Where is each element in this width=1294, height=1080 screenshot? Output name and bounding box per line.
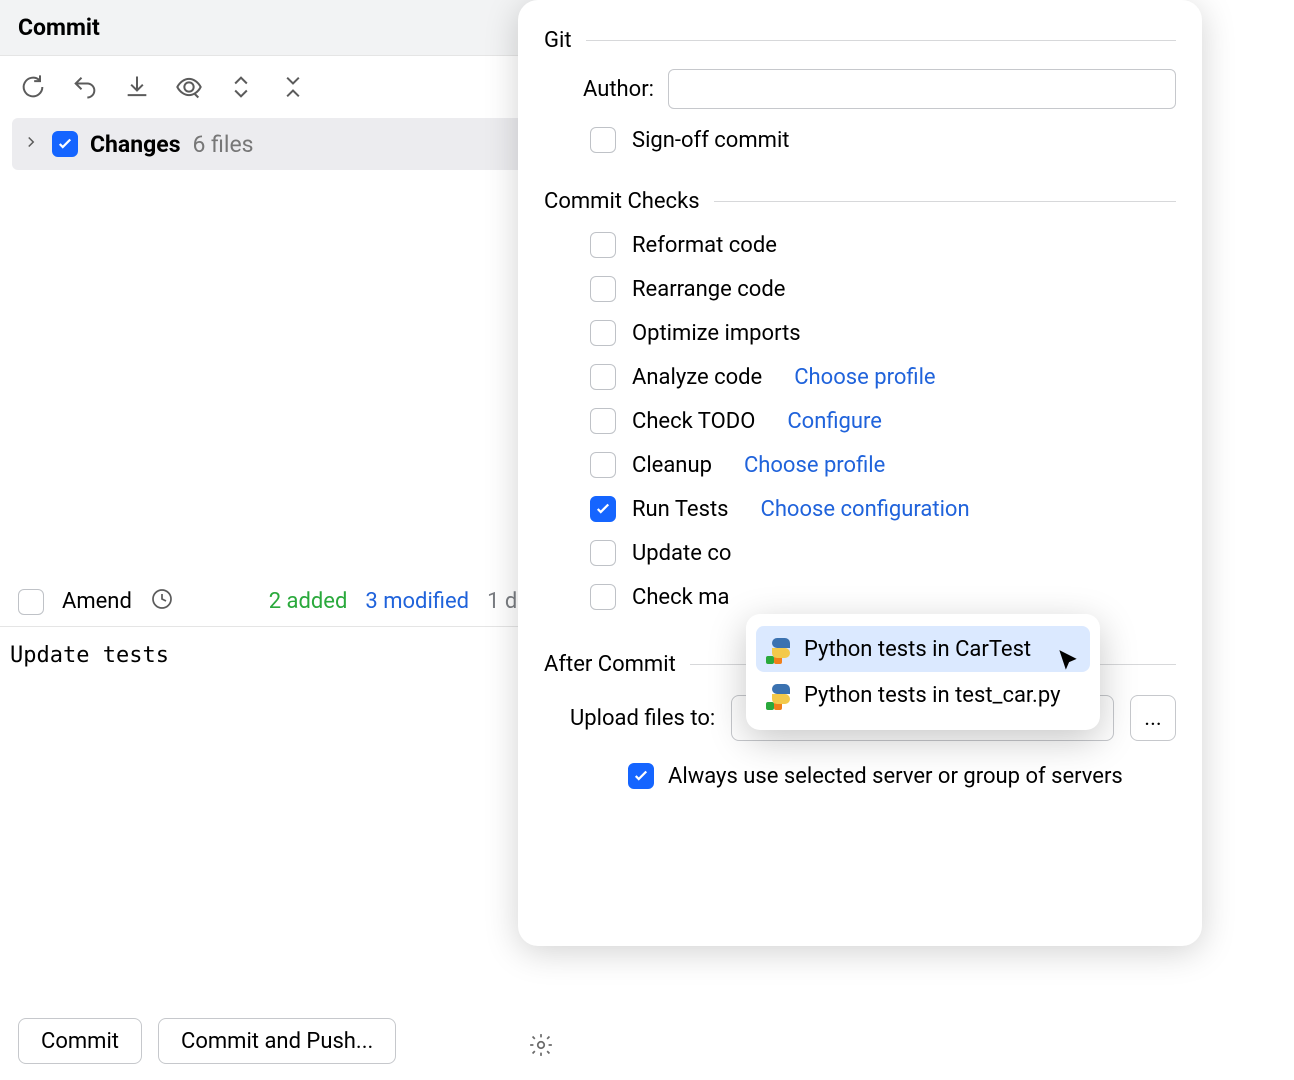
- always-use-server-label: Always use selected server or group of s…: [668, 764, 1123, 789]
- changelist-count: 6 files: [193, 131, 254, 158]
- cleanup-checkbox[interactable]: [590, 452, 616, 478]
- changelist-title: Changes: [90, 131, 181, 158]
- upload-target-browse-button[interactable]: ...: [1130, 695, 1176, 741]
- diff-preview-icon[interactable]: [174, 72, 204, 102]
- rearrange-code-label: Rearrange code: [632, 277, 785, 302]
- author-label: Author:: [544, 77, 668, 102]
- panel-title: Commit: [18, 14, 100, 41]
- rollback-icon[interactable]: [70, 72, 100, 102]
- upload-files-label: Upload files to:: [570, 706, 715, 731]
- commit-message-text: Update tests: [10, 643, 169, 668]
- cursor-icon: [1055, 648, 1081, 680]
- collapse-all-icon[interactable]: [278, 72, 308, 102]
- run-configuration-popup: Python tests in CarTest Python tests in …: [746, 614, 1100, 730]
- update-copyright-label: Update co: [632, 541, 731, 566]
- optimize-imports-label: Optimize imports: [632, 321, 801, 346]
- sign-off-label: Sign-off commit: [632, 128, 790, 153]
- shelve-icon[interactable]: [122, 72, 152, 102]
- run-config-item[interactable]: Python tests in CarTest: [756, 626, 1090, 672]
- commit-tool-window-header: Commit: [0, 0, 564, 56]
- git-section-label: Git: [544, 28, 572, 53]
- run-tests-checkbox[interactable]: [590, 496, 616, 522]
- changelist-checkbox[interactable]: [52, 131, 78, 157]
- sign-off-checkbox[interactable]: [590, 127, 616, 153]
- check-todo-checkbox[interactable]: [590, 408, 616, 434]
- modified-count: 3 modified: [365, 589, 469, 614]
- commit-and-push-button[interactable]: Commit and Push...: [158, 1018, 396, 1064]
- rearrange-code-checkbox[interactable]: [590, 276, 616, 302]
- choose-configuration-link[interactable]: Choose configuration: [761, 497, 970, 522]
- commit-button[interactable]: Commit: [18, 1018, 142, 1064]
- analyze-code-checkbox[interactable]: [590, 364, 616, 390]
- always-use-server-checkbox[interactable]: [628, 763, 654, 789]
- analyze-code-label: Analyze code: [632, 365, 762, 390]
- added-count: 2 added: [269, 589, 348, 614]
- check-ma-checkbox[interactable]: [590, 584, 616, 610]
- reformat-code-label: Reformat code: [632, 233, 777, 258]
- analyze-choose-profile-link[interactable]: Choose profile: [794, 365, 935, 390]
- commit-checks-section-label: Commit Checks: [544, 189, 700, 214]
- commit-options-popover: Git Author: Sign-off commit Commit Check…: [518, 0, 1202, 946]
- run-config-item[interactable]: Python tests in test_car.py: [756, 672, 1090, 718]
- check-ma-label: Check ma: [632, 585, 730, 610]
- commit-status-bar: Amend 2 added 3 modified 1 dele: [0, 578, 564, 626]
- refresh-icon[interactable]: [18, 72, 48, 102]
- author-input[interactable]: [668, 69, 1176, 109]
- python-test-icon: [768, 682, 794, 708]
- default-changelist-row[interactable]: Changes 6 files: [12, 118, 552, 170]
- reformat-code-checkbox[interactable]: [590, 232, 616, 258]
- run-config-label: Python tests in CarTest: [804, 637, 1031, 662]
- history-icon[interactable]: [150, 587, 174, 617]
- chevron-right-icon[interactable]: [22, 132, 40, 157]
- update-copyright-checkbox[interactable]: [590, 540, 616, 566]
- cleanup-choose-profile-link[interactable]: Choose profile: [744, 453, 885, 478]
- expand-all-icon[interactable]: [226, 72, 256, 102]
- amend-label: Amend: [62, 589, 132, 614]
- commit-toolbar: [0, 56, 564, 118]
- python-test-icon: [768, 636, 794, 662]
- check-todo-configure-link[interactable]: Configure: [787, 409, 882, 434]
- gear-icon[interactable]: [528, 1032, 556, 1060]
- commit-message-input[interactable]: Update tests: [0, 626, 564, 1003]
- cleanup-label: Cleanup: [632, 453, 712, 478]
- amend-checkbox[interactable]: [18, 589, 44, 615]
- run-config-label: Python tests in test_car.py: [804, 683, 1061, 708]
- check-todo-label: Check TODO: [632, 409, 755, 434]
- optimize-imports-checkbox[interactable]: [590, 320, 616, 346]
- run-tests-label: Run Tests: [632, 497, 729, 522]
- after-commit-section-label: After Commit: [544, 652, 676, 677]
